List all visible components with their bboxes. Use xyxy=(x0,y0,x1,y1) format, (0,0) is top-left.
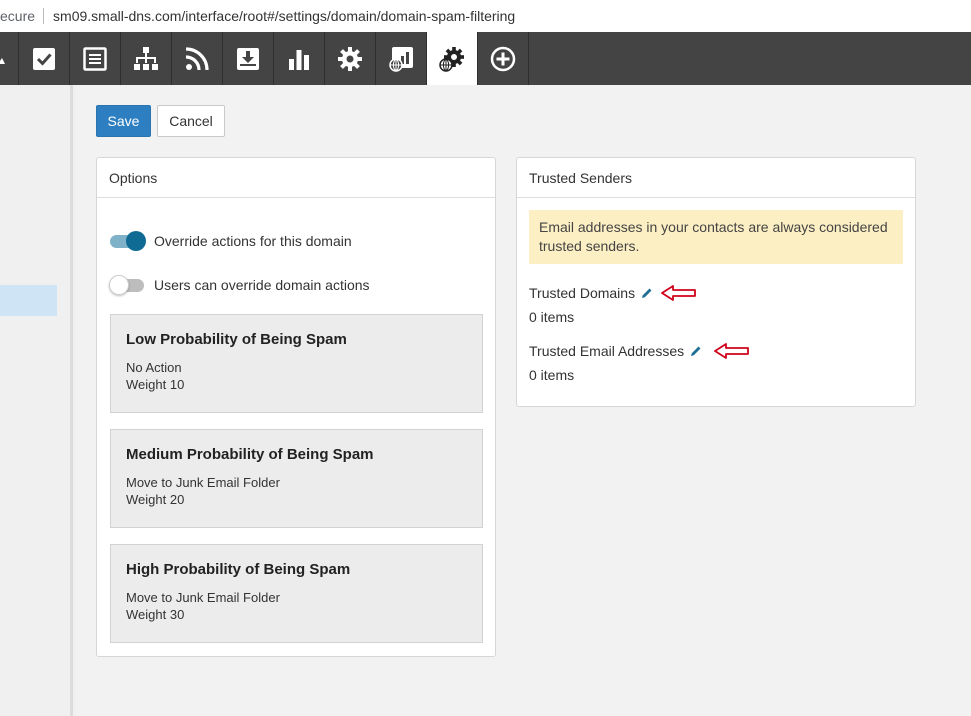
toolbar-rss-button[interactable] xyxy=(172,32,223,85)
high-spam-card[interactable]: High Probability of Being Spam Move to J… xyxy=(110,544,483,643)
card-title: Medium Probability of Being Spam xyxy=(126,446,374,463)
trusted-domains-label: Trusted Domains xyxy=(529,285,636,301)
contacts-notice: Email addresses in your contacts are alw… xyxy=(529,210,903,264)
toolbar-inbox-button[interactable] xyxy=(223,32,274,85)
card-action: No Action xyxy=(126,360,182,375)
user-override-row: Users can override domain actions xyxy=(109,274,370,296)
gear-icon xyxy=(338,46,362,71)
notes-icon xyxy=(83,46,107,71)
toolbar-tasks-button[interactable] xyxy=(19,32,70,85)
main-toolbar xyxy=(0,32,971,85)
add-circle-icon xyxy=(490,46,516,71)
cancel-button[interactable]: Cancel xyxy=(157,105,225,137)
user-override-toggle[interactable] xyxy=(109,274,146,296)
sidebar-selected-item[interactable] xyxy=(0,285,57,316)
user-override-label: Users can override domain actions xyxy=(154,277,370,293)
toolbar-settings-button[interactable] xyxy=(325,32,376,85)
annotation-arrow-icon xyxy=(661,285,697,301)
domain-settings-icon xyxy=(439,46,464,72)
toolbar-domain-settings-button[interactable] xyxy=(427,32,478,85)
override-actions-row: Override actions for this domain xyxy=(110,230,352,252)
toggle-knob xyxy=(126,231,146,251)
low-spam-card[interactable]: Low Probability of Being Spam No Action … xyxy=(110,314,483,413)
tasks-icon xyxy=(33,47,55,70)
toolbar-partial-button[interactable] xyxy=(0,32,19,85)
options-panel-header: Options xyxy=(97,158,495,198)
trusted-senders-panel: Trusted Senders Email addresses in your … xyxy=(516,157,916,407)
toolbar-notes-button[interactable] xyxy=(70,32,121,85)
options-panel: Options Override actions for this domain… xyxy=(96,157,496,657)
card-weight: Weight 30 xyxy=(126,607,185,622)
medium-spam-card[interactable]: Medium Probability of Being Spam Move to… xyxy=(110,429,483,528)
trusted-emails-count: 0 items xyxy=(529,367,575,383)
card-title: High Probability of Being Spam xyxy=(126,561,351,578)
rss-icon xyxy=(185,46,209,70)
override-actions-toggle[interactable] xyxy=(110,230,146,252)
override-actions-label: Override actions for this domain xyxy=(154,233,352,249)
toolbar-domain-reports-button[interactable] xyxy=(376,32,427,85)
card-weight: Weight 20 xyxy=(126,492,185,507)
trusted-domains-row: Trusted Domains xyxy=(529,285,697,301)
pencil-icon xyxy=(642,288,652,298)
browser-address-bar[interactable]: ecure sm09.small-dns.com/interface/root#… xyxy=(0,0,971,32)
annotation-arrow-icon xyxy=(714,343,750,359)
domain-reports-icon xyxy=(389,46,413,72)
partial-icon xyxy=(0,57,5,64)
save-button[interactable]: Save xyxy=(96,105,151,137)
security-indicator[interactable]: ecure xyxy=(0,8,35,24)
trusted-emails-row: Trusted Email Addresses xyxy=(529,343,750,359)
toolbar-add-button[interactable] xyxy=(478,32,529,85)
edit-trusted-domains-button[interactable] xyxy=(641,287,653,299)
card-action: Move to Junk Email Folder xyxy=(126,475,280,490)
trusted-domains-count: 0 items xyxy=(529,309,575,325)
main-content: Save Cancel Options Override actions for… xyxy=(76,85,971,716)
toolbar-sitemap-button[interactable] xyxy=(121,32,172,85)
left-sidebar xyxy=(0,85,73,716)
inbox-download-icon xyxy=(237,47,259,70)
card-action: Move to Junk Email Folder xyxy=(126,590,280,605)
trusted-emails-label: Trusted Email Addresses xyxy=(529,343,685,359)
toolbar-reports-button[interactable] xyxy=(274,32,325,85)
address-separator xyxy=(43,8,45,24)
url-text[interactable]: sm09.small-dns.com/interface/root#/setti… xyxy=(53,8,515,24)
card-weight: Weight 10 xyxy=(126,377,185,392)
trusted-senders-header: Trusted Senders xyxy=(517,158,915,198)
edit-trusted-emails-button[interactable] xyxy=(690,345,702,357)
pencil-icon xyxy=(691,346,701,356)
toggle-knob xyxy=(109,275,129,295)
bar-chart-icon xyxy=(289,49,309,70)
sitemap-icon xyxy=(134,46,158,70)
card-title: Low Probability of Being Spam xyxy=(126,331,347,348)
